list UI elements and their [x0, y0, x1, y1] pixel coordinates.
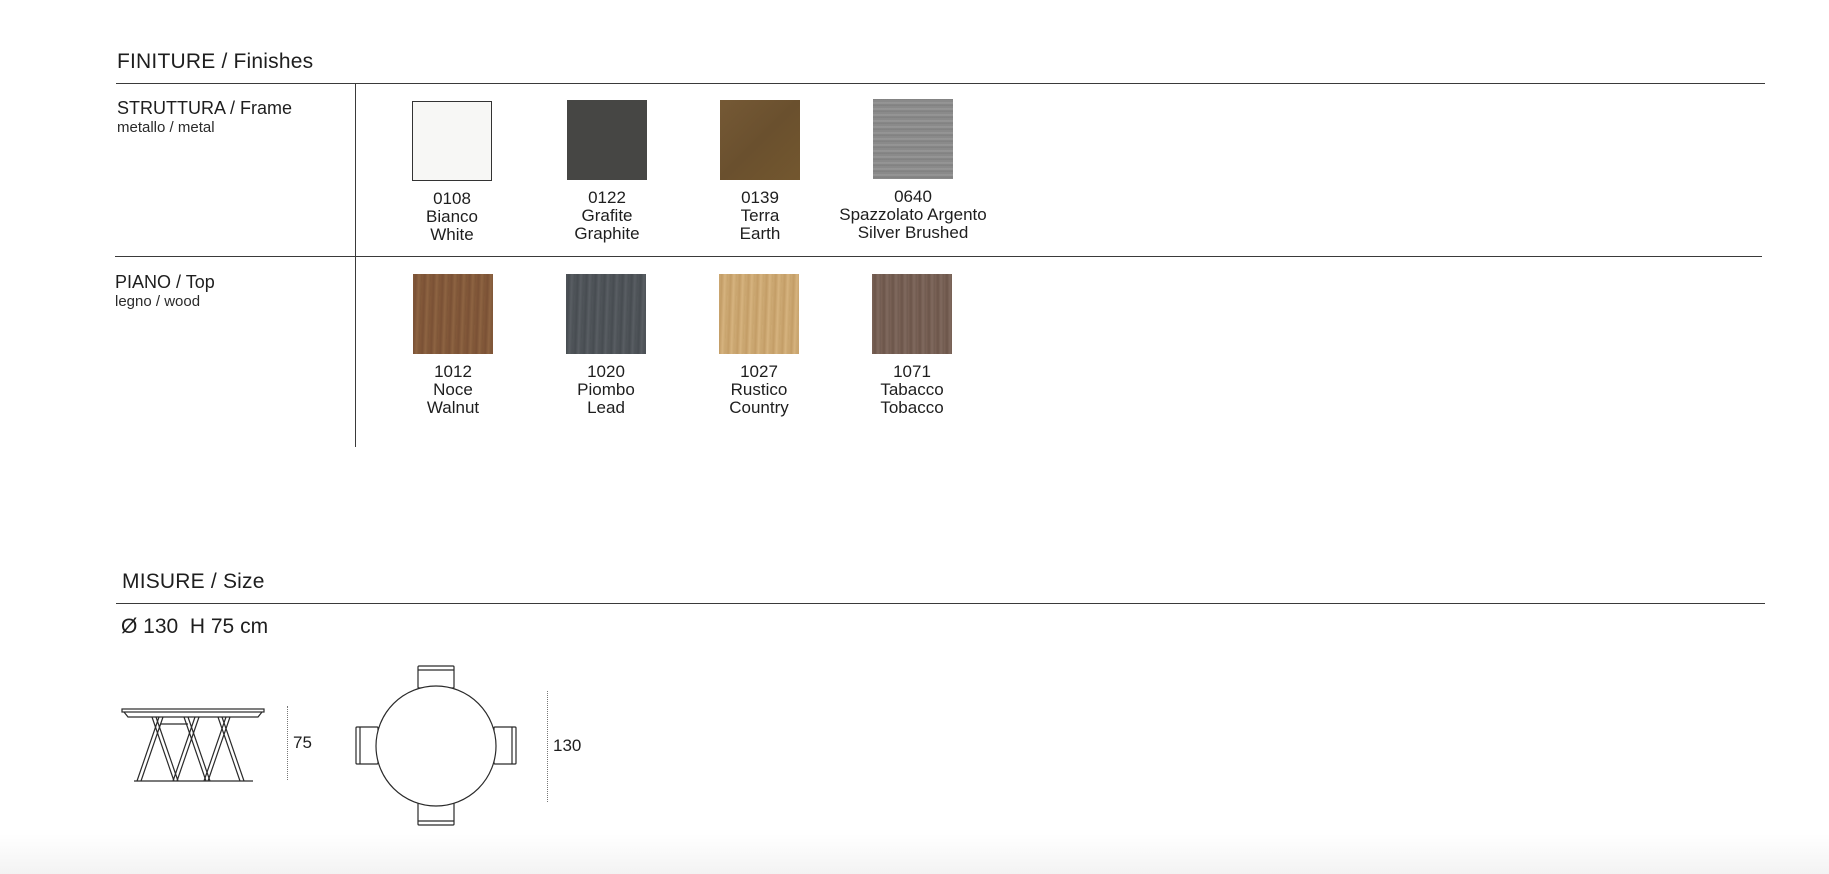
size-value: Ø 130 H 75 cm — [121, 615, 269, 638]
diameter-dimension-label: 130 — [553, 736, 582, 755]
swatch-chip — [412, 101, 492, 181]
frame-label: STRUTTURA / Frame — [117, 98, 293, 118]
swatch-chip — [719, 274, 799, 354]
top-row-label: PIANO / Top legno / wood — [115, 271, 215, 311]
finishes-top-divider — [116, 83, 1765, 84]
swatch-chip — [873, 99, 953, 179]
frame-sublabel: metallo / metal — [117, 119, 215, 136]
finishes-row-divider — [115, 256, 1762, 257]
swatch-1071: 1071 Tabacco Tobacco — [812, 274, 1012, 417]
swatch-chip — [413, 274, 493, 354]
size-divider — [116, 603, 1765, 604]
table-side-view-icon — [121, 708, 265, 782]
swatch-name-it: Tabacco — [880, 380, 944, 399]
swatch-chip — [566, 274, 646, 354]
swatch-name-en: Silver Brushed — [857, 223, 969, 242]
height-dimension-line — [287, 706, 288, 780]
height-dimension-label: 75 — [293, 733, 312, 752]
swatch-0640: 0640 Spazzolato Argento Silver Brushed — [813, 99, 1013, 242]
top-label: PIANO / Top — [115, 272, 215, 292]
diameter-dimension-line — [547, 691, 548, 802]
swatch-name-it: Spazzolato Argento — [839, 205, 987, 224]
finishes-title: FINITURE / Finishes — [117, 50, 314, 73]
swatch-name-en: Tobacco — [880, 398, 944, 417]
swatch-chip — [567, 100, 647, 180]
bottom-fade — [0, 834, 1829, 874]
table-top-view-icon — [355, 665, 517, 826]
top-sublabel: legno / wood — [115, 293, 201, 310]
swatch-chip — [872, 274, 952, 354]
frame-row-label: STRUTTURA / Frame metallo / metal — [117, 97, 292, 137]
swatch-code: 0640 — [894, 187, 932, 206]
swatch-code: 1071 — [893, 362, 931, 381]
size-title: MISURE / Size — [122, 570, 265, 593]
swatch-chip — [720, 100, 800, 180]
page: FINITURE / Finishes STRUTTURA / Frame me… — [0, 0, 1829, 874]
